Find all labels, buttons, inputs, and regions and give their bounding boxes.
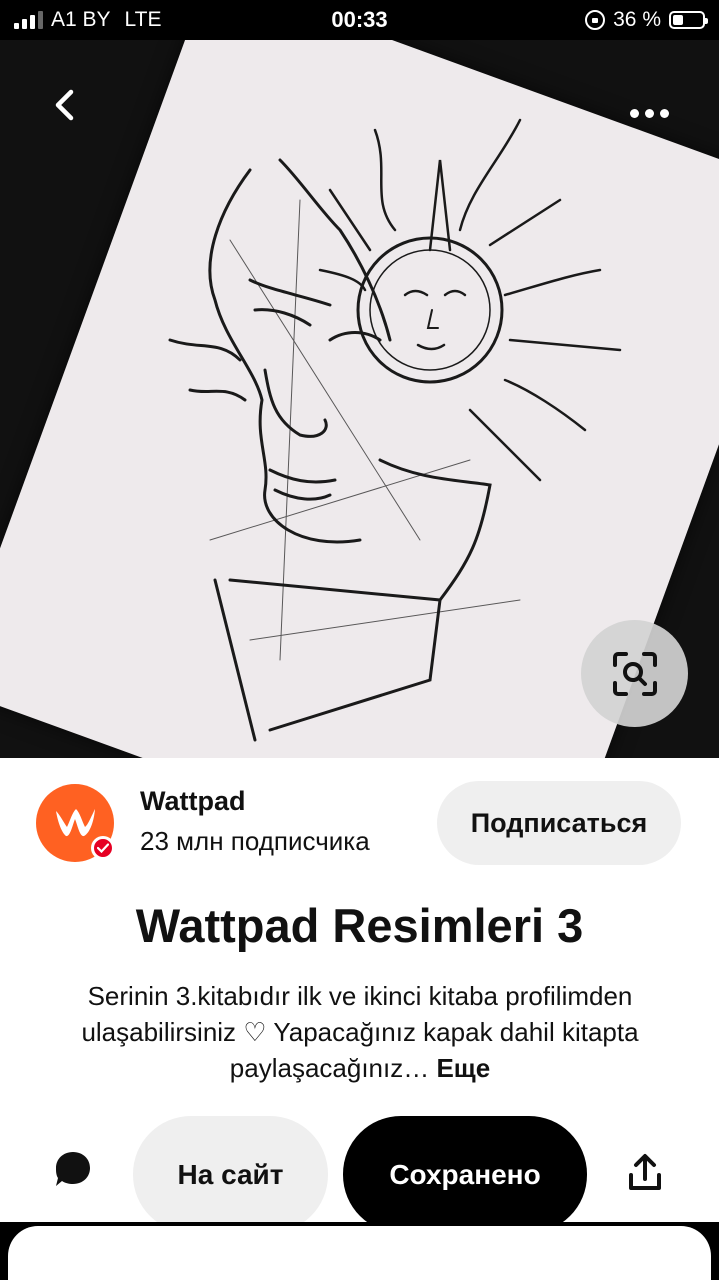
follower-count: 23 млн подписчика (140, 826, 370, 856)
share-button[interactable] (620, 1148, 670, 1198)
battery-percent: 36 % (613, 8, 661, 31)
orientation-lock-icon (585, 10, 606, 30)
status-right: 36 % (585, 8, 708, 32)
dot-icon (644, 108, 654, 118)
action-bar: На сайт Сохранено (0, 1116, 719, 1236)
pin-image[interactable] (0, 40, 719, 758)
back-button[interactable] (40, 80, 90, 130)
visit-site-button[interactable]: На сайт (133, 1116, 328, 1233)
saved-button[interactable]: Сохранено (343, 1116, 587, 1233)
pin-description-text: Serinin 3.kitabıdır ilk ve ikinci kitaba… (81, 981, 639, 1083)
pin-title: Wattpad Resimleri 3 (135, 899, 584, 952)
share-icon (629, 1154, 661, 1190)
status-bar: A1 BY LTE 00:33 36 % (0, 0, 719, 40)
visual-search-button[interactable] (581, 620, 688, 727)
creator-name[interactable]: Wattpad (140, 786, 245, 817)
lens-search-icon (612, 651, 657, 696)
pin-description: Serinin 3.kitabıdır ilk ve ikinci kitaba… (60, 978, 660, 1086)
battery-icon (669, 11, 708, 29)
dot-icon (659, 108, 669, 118)
pin-details-panel: Wattpad 23 млн подписчика Подписаться Wa… (0, 758, 719, 1280)
chevron-left-icon (55, 89, 74, 121)
bottom-sheet[interactable] (8, 1226, 711, 1280)
wattpad-logo-icon (56, 809, 95, 837)
checkmark-icon (97, 843, 109, 853)
follow-button[interactable]: Подписаться (437, 781, 681, 865)
creator-row: Wattpad 23 млн подписчика Подписаться (36, 778, 686, 868)
more-options-button[interactable] (619, 98, 679, 128)
comment-icon (56, 1152, 90, 1186)
battery-fill (673, 15, 684, 25)
verified-badge-icon (91, 836, 115, 860)
dot-icon (629, 108, 639, 118)
more-link[interactable]: Еще (436, 1053, 490, 1083)
comment-button[interactable] (48, 1144, 98, 1194)
